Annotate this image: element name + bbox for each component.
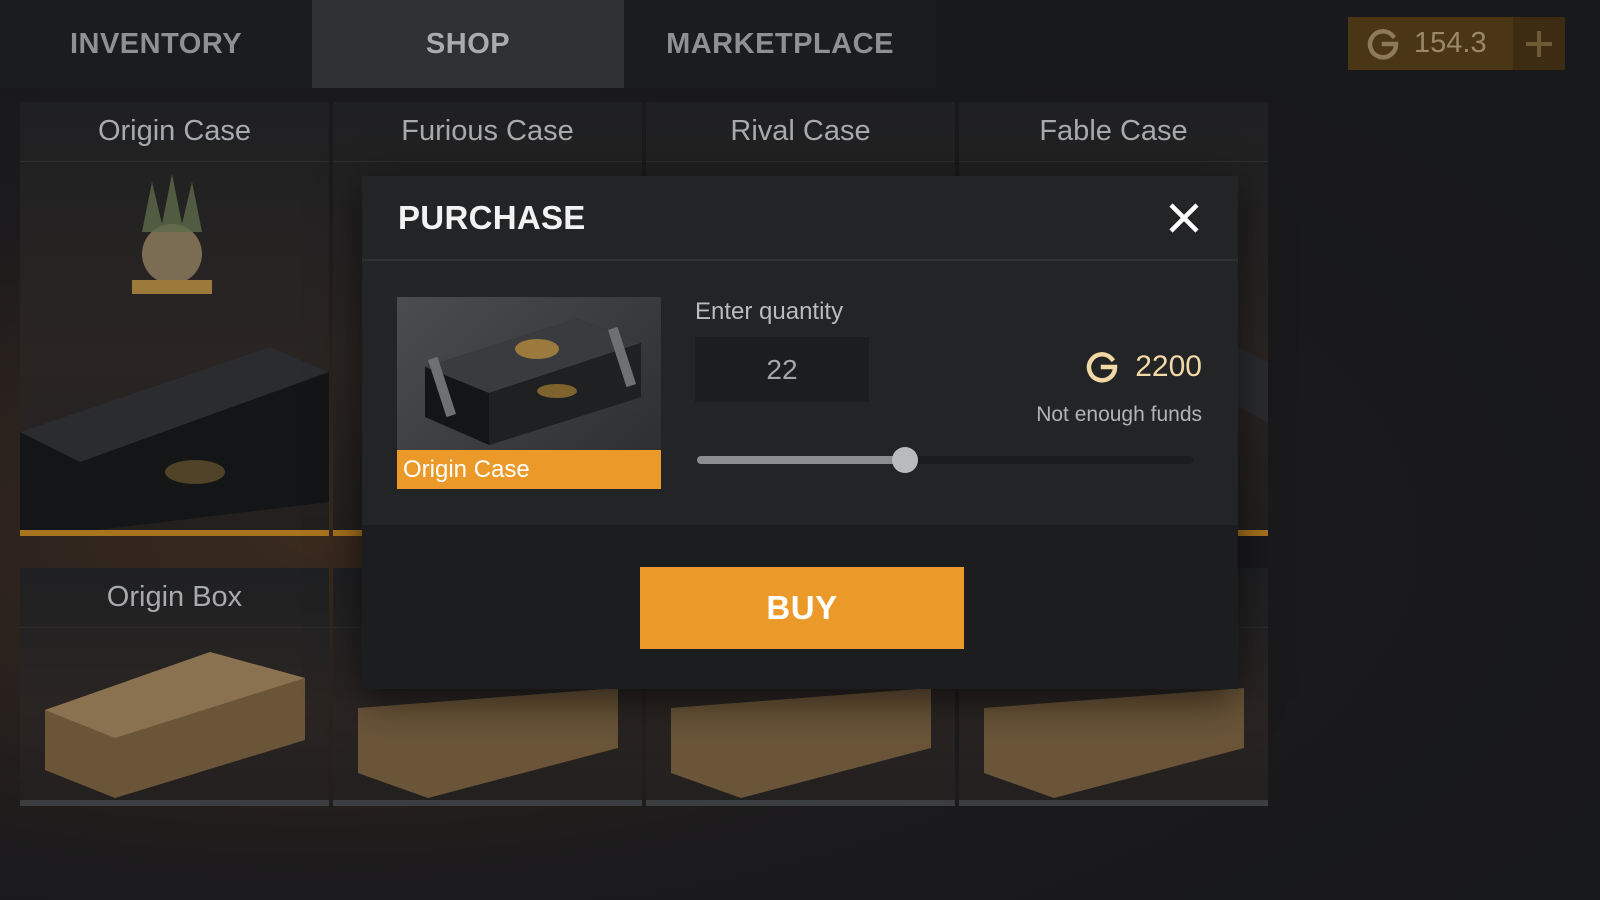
dialog-title: PURCHASE bbox=[398, 198, 586, 236]
item-preview: Origin Case bbox=[397, 297, 661, 489]
card-underline bbox=[959, 800, 1268, 806]
origin-case-thumbnail bbox=[397, 297, 661, 450]
g-coin-icon bbox=[1087, 352, 1118, 383]
funds-warning: Not enough funds bbox=[1036, 403, 1202, 426]
dialog-header: PURCHASE bbox=[362, 176, 1238, 261]
shop-item-origin-case[interactable]: Origin Case bbox=[20, 102, 329, 536]
quantity-slider[interactable] bbox=[697, 447, 1193, 473]
quantity-label: Enter quantity bbox=[695, 298, 844, 325]
currency-balance: 154.3 bbox=[1348, 17, 1565, 70]
total-price: 2200 bbox=[1085, 350, 1202, 384]
tab-marketplace[interactable]: MARKETPLACE bbox=[624, 0, 936, 88]
top-nav-bar: INVENTORY SHOP MARKETPLACE 154.3 bbox=[0, 0, 1600, 88]
add-funds-button[interactable] bbox=[1513, 17, 1565, 70]
item-title: Fable Case bbox=[959, 102, 1268, 162]
item-title: Origin Case bbox=[20, 102, 329, 162]
tab-inventory[interactable]: INVENTORY bbox=[0, 0, 312, 88]
plus-icon bbox=[1526, 30, 1552, 57]
tab-shop[interactable]: SHOP bbox=[312, 0, 624, 88]
card-underline bbox=[20, 530, 329, 536]
slider-fill bbox=[697, 456, 906, 464]
wooden-box-image bbox=[671, 688, 931, 798]
item-title: Furious Case bbox=[333, 102, 642, 162]
balance-amount: 154.3 bbox=[1414, 27, 1487, 59]
wooden-box-image bbox=[45, 652, 305, 798]
g-coin-icon bbox=[1360, 27, 1406, 61]
card-underline bbox=[20, 800, 329, 806]
wooden-box-image bbox=[358, 688, 618, 798]
close-icon bbox=[1169, 203, 1199, 233]
buy-button[interactable]: BUY bbox=[640, 567, 964, 649]
quantity-input[interactable] bbox=[695, 337, 869, 402]
item-name-label: Origin Case bbox=[397, 450, 661, 489]
price-value: 2200 bbox=[1135, 350, 1202, 383]
item-title: Origin Box bbox=[20, 568, 329, 628]
dialog-footer: BUY bbox=[362, 525, 1238, 689]
shop-item-origin-box[interactable]: Origin Box bbox=[20, 568, 329, 806]
card-underline bbox=[333, 800, 642, 806]
card-underline bbox=[646, 800, 955, 806]
close-button[interactable] bbox=[1166, 200, 1202, 236]
origin-case-image bbox=[20, 174, 329, 532]
item-title: Rival Case bbox=[646, 102, 955, 162]
wooden-box-image bbox=[984, 688, 1244, 798]
